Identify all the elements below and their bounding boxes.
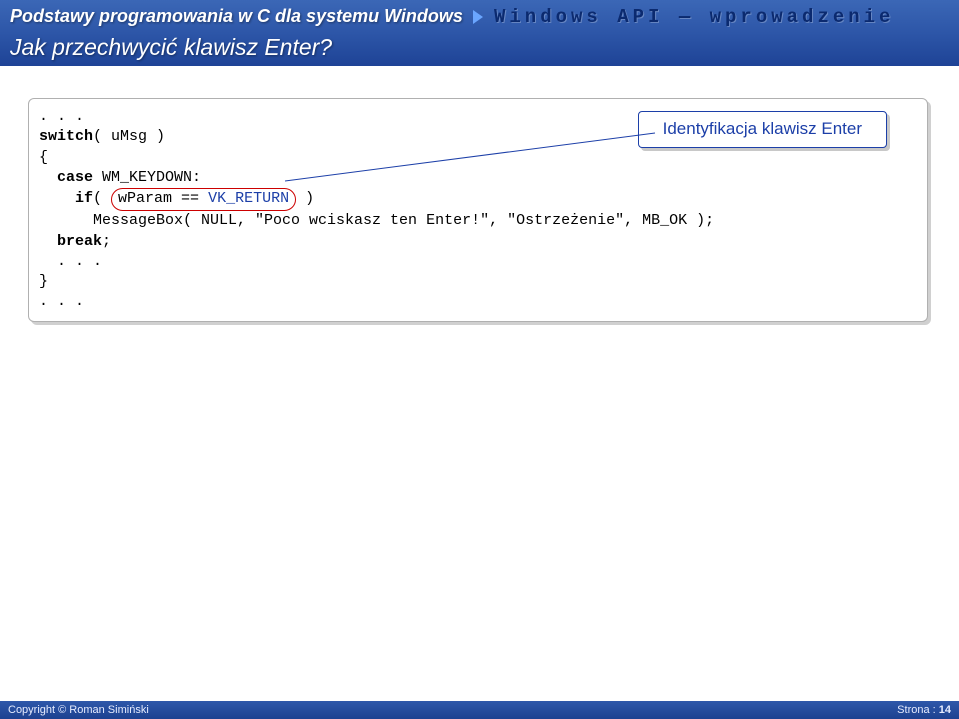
footer-page: Strona : 14 xyxy=(897,704,951,716)
code-block: Identyfikacja klawisz Enter . . . switch… xyxy=(28,98,928,322)
callout-text: Identyfikacja klawisz Enter xyxy=(663,119,862,138)
code-line: break; xyxy=(39,232,917,252)
code-line: MessageBox( NULL, "Poco wciskasz ten Ent… xyxy=(39,211,917,231)
code-line: . . . xyxy=(39,292,917,312)
footer-copyright: Copyright © Roman Simiński xyxy=(8,704,149,716)
page-title: Jak przechwycić klawisz Enter? xyxy=(10,34,332,61)
header: Podstawy programowania w C dla systemu W… xyxy=(0,0,959,66)
code-line: } xyxy=(39,272,917,292)
header-right-label: Windows API — wprowadzenie xyxy=(494,6,894,28)
content-area: Identyfikacja klawisz Enter . . . switch… xyxy=(0,66,959,322)
callout-connector xyxy=(291,181,661,183)
footer: Copyright © Roman Simiński Strona : 14 xyxy=(0,701,959,719)
breadcrumb: Podstawy programowania w C dla systemu W… xyxy=(10,6,483,27)
highlight-circle: wParam == VK_RETURN xyxy=(111,188,296,211)
code-line: . . . xyxy=(39,252,917,272)
breadcrumb-text: Podstawy programowania w C dla systemu W… xyxy=(10,6,463,27)
chevron-right-icon xyxy=(473,10,483,24)
